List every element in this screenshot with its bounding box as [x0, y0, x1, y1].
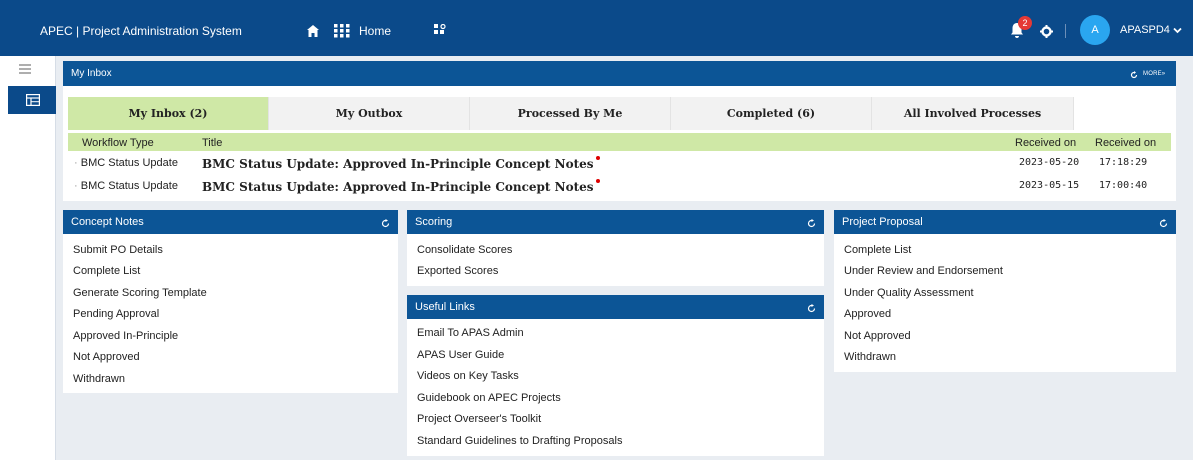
refresh-icon[interactable]: [381, 219, 390, 228]
title-link[interactable]: BMC Status Update: Approved In-Principle…: [202, 179, 600, 194]
apps-icon[interactable]: [434, 24, 446, 36]
useful-link[interactable]: APAS User Guide: [417, 349, 504, 361]
concept-notes-card: Concept Notes Submit PO Details Complete…: [63, 210, 398, 393]
column-header-received-time[interactable]: Received on: [1095, 137, 1156, 149]
concept-notes-link[interactable]: Approved In-Principle: [73, 330, 178, 342]
project-proposal-link[interactable]: Under Quality Assessment: [844, 287, 974, 299]
inbox-panel: My Inbox MORE» My Inbox (2) My Outbox Pr…: [63, 61, 1176, 201]
left-sidebar: [0, 56, 56, 460]
useful-link[interactable]: Standard Guidelines to Drafting Proposal…: [417, 435, 622, 447]
received-date-cell: 2023-05-15: [1019, 180, 1080, 191]
concept-notes-link[interactable]: Not Approved: [73, 351, 140, 363]
scoring-link[interactable]: Consolidate Scores: [417, 244, 512, 256]
concept-notes-link[interactable]: Generate Scoring Template: [73, 287, 207, 299]
received-date-cell: 2023-05-20: [1019, 157, 1080, 168]
top-navigation-bar: APEC | Project Administration System Hom…: [0, 0, 1193, 56]
column-header-workflow-type[interactable]: Workflow Type: [82, 137, 154, 149]
project-proposal-link[interactable]: Withdrawn: [844, 351, 896, 363]
app-title[interactable]: APEC | Project Administration System: [40, 24, 242, 38]
useful-link[interactable]: Guidebook on APEC Projects: [417, 392, 561, 404]
useful-link[interactable]: Email To APAS Admin: [417, 327, 524, 339]
refresh-icon[interactable]: [807, 219, 816, 228]
received-time-cell: 17:18:29: [1099, 157, 1148, 168]
concept-notes-link[interactable]: Withdrawn: [73, 373, 125, 385]
concept-notes-link[interactable]: Complete List: [73, 265, 140, 277]
scoring-header: Scoring: [407, 210, 824, 234]
user-name[interactable]: APASPD4: [1120, 24, 1170, 36]
menu-icon[interactable]: [19, 64, 31, 74]
concept-notes-title: Concept Notes: [71, 216, 144, 228]
topbar-divider: [1065, 24, 1066, 38]
table-icon[interactable]: [26, 94, 40, 106]
workflow-type-cell: · BMC Status Update: [74, 180, 178, 192]
column-header-title[interactable]: Title: [202, 137, 222, 149]
project-proposal-header: Project Proposal: [834, 210, 1176, 234]
tab-my-outbox[interactable]: My Outbox: [269, 97, 470, 130]
tab-my-inbox[interactable]: My Inbox (2): [68, 97, 269, 130]
home-link[interactable]: Home: [359, 24, 391, 38]
unread-dot: [595, 156, 600, 160]
workflow-type-cell: · BMC Status Update: [74, 157, 178, 169]
received-time-cell: 17:00:40: [1099, 180, 1148, 191]
inbox-title: My Inbox: [71, 68, 112, 79]
useful-links-header: Useful Links: [407, 295, 824, 319]
useful-link[interactable]: Videos on Key Tasks: [417, 370, 519, 382]
table-row[interactable]: · BMC Status Update BMC Status Update: A…: [68, 175, 1171, 197]
useful-link[interactable]: Project Overseer's Toolkit: [417, 413, 541, 425]
refresh-icon[interactable]: [807, 304, 816, 313]
table-row[interactable]: · BMC Status Update BMC Status Update: A…: [68, 152, 1171, 174]
unread-dot: [595, 179, 600, 183]
grid-icon[interactable]: [334, 24, 350, 38]
scoring-link[interactable]: Exported Scores: [417, 265, 498, 277]
home-icon[interactable]: [306, 24, 320, 38]
project-proposal-title: Project Proposal: [842, 216, 923, 228]
chevron-down-icon[interactable]: [1173, 26, 1182, 35]
scoring-card: Scoring Consolidate Scores Exported Scor…: [407, 210, 824, 286]
project-proposal-link[interactable]: Approved: [844, 308, 891, 320]
inbox-header: My Inbox MORE»: [63, 61, 1176, 86]
concept-notes-link[interactable]: Submit PO Details: [73, 244, 163, 256]
inbox-table-header: Workflow Type Title Received on Received…: [68, 133, 1171, 151]
avatar[interactable]: A: [1080, 15, 1110, 45]
useful-links-card: Useful Links Email To APAS Admin APAS Us…: [407, 295, 824, 456]
more-link[interactable]: MORE»: [1143, 71, 1165, 77]
tab-all-involved-processes[interactable]: All Involved Processes: [872, 97, 1074, 130]
scoring-title: Scoring: [415, 216, 453, 228]
tab-completed[interactable]: Completed (6): [671, 97, 872, 130]
refresh-icon[interactable]: [1159, 219, 1168, 228]
gear-icon[interactable]: [1040, 25, 1053, 38]
title-link[interactable]: BMC Status Update: Approved In-Principle…: [202, 156, 600, 171]
tab-processed-by-me[interactable]: Processed By Me: [470, 97, 671, 130]
notification-badge: 2: [1018, 16, 1032, 30]
project-proposal-link[interactable]: Complete List: [844, 244, 911, 256]
concept-notes-link[interactable]: Pending Approval: [73, 308, 159, 320]
useful-links-title: Useful Links: [415, 301, 475, 313]
concept-notes-header: Concept Notes: [63, 210, 398, 234]
refresh-icon[interactable]: [1130, 71, 1138, 79]
project-proposal-link[interactable]: Not Approved: [844, 330, 911, 342]
project-proposal-link[interactable]: Under Review and Endorsement: [844, 265, 1003, 277]
project-proposal-card: Project Proposal Complete List Under Rev…: [834, 210, 1176, 372]
column-header-received-date[interactable]: Received on: [1015, 137, 1076, 149]
